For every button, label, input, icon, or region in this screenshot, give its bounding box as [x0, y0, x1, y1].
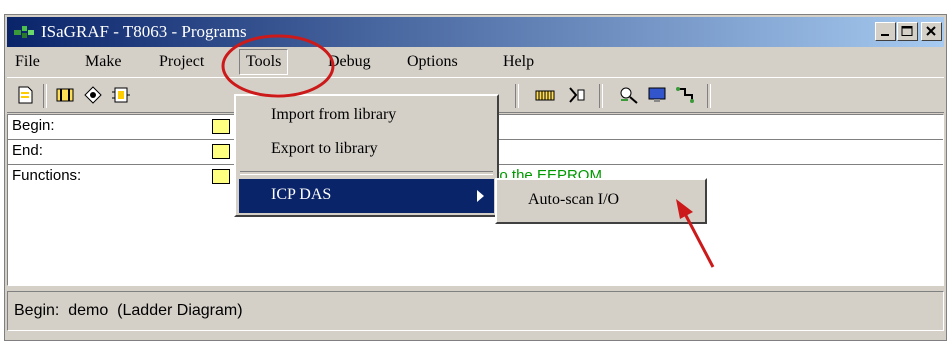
- st-program-icon: [212, 144, 230, 159]
- minimize-button[interactable]: [875, 22, 896, 41]
- menu-item-auto-scan-io[interactable]: Auto-scan I/O: [500, 183, 702, 219]
- icp-das-submenu: Auto-scan I/O: [495, 178, 707, 224]
- ladder-program-icon: [212, 119, 230, 134]
- menu-debug[interactable]: Debug: [328, 53, 371, 71]
- section-label: End:: [12, 142, 43, 159]
- menu-item-icp-das[interactable]: ICP DAS: [239, 179, 494, 213]
- st-function-icon: [212, 169, 230, 184]
- menu-make[interactable]: Make: [85, 53, 121, 71]
- close-icon: [926, 26, 936, 36]
- title-bar[interactable]: ISaGRAF - T8063 - Programs: [7, 17, 944, 47]
- menu-item-label: ICP DAS: [271, 186, 332, 203]
- menu-item-import-from-library[interactable]: Import from library: [239, 99, 494, 133]
- menu-item-label: Auto-scan I/O: [528, 191, 620, 208]
- menu-item-label: Import from library: [271, 106, 397, 123]
- menu-file[interactable]: File: [15, 53, 40, 71]
- connect-icon[interactable]: [567, 86, 587, 104]
- search-variable-icon[interactable]: [619, 86, 639, 104]
- menu-project[interactable]: Project: [159, 53, 204, 71]
- sfc-icon[interactable]: [83, 86, 103, 104]
- menu-help[interactable]: Help: [503, 53, 534, 71]
- status-bar: Begin: demo (Ladder Diagram): [7, 291, 944, 331]
- tools-dropdown-menu: Import from library Export to library IC…: [234, 94, 499, 217]
- cross-reference-icon[interactable]: [675, 86, 695, 104]
- window-title: ISaGRAF - T8063 - Programs: [41, 22, 247, 41]
- section-label: Begin:: [12, 117, 55, 134]
- monitor-icon[interactable]: [647, 86, 667, 104]
- close-button[interactable]: [921, 22, 942, 41]
- toolbar-separator: [707, 84, 711, 108]
- new-document-icon[interactable]: [15, 86, 35, 104]
- toolbar-separator: [599, 84, 603, 108]
- menu-tools[interactable]: Tools: [239, 49, 289, 75]
- submenu-arrow-icon: [477, 190, 484, 202]
- maximize-icon: [901, 26, 913, 36]
- toolbar-separator: [515, 84, 519, 108]
- menu-item-export-to-library[interactable]: Export to library: [239, 133, 494, 167]
- io-board-icon[interactable]: [535, 86, 555, 104]
- status-text: Begin: demo (Ladder Diagram): [14, 302, 243, 319]
- menu-separator: [240, 171, 493, 175]
- menu-bar: File Make Project Tools Debug Options He…: [7, 49, 944, 77]
- ladder-icon[interactable]: [55, 86, 75, 104]
- fbd-icon[interactable]: [111, 86, 131, 104]
- isagraf-app-icon: [14, 26, 34, 38]
- menu-options[interactable]: Options: [407, 53, 458, 71]
- minimize-icon: [881, 34, 889, 36]
- section-label: Functions:: [12, 167, 82, 184]
- maximize-button[interactable]: [897, 22, 918, 41]
- toolbar-separator: [43, 84, 47, 108]
- menu-item-label: Export to library: [271, 140, 378, 157]
